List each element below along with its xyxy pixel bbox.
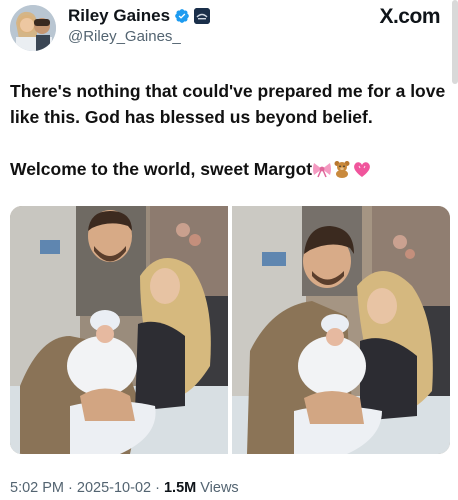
photo-1[interactable]	[10, 206, 228, 454]
views-label: Views	[200, 480, 239, 496]
views-count: 1.5M	[163, 480, 197, 496]
media-grid	[10, 206, 450, 454]
name-row: Riley Gaines	[68, 6, 211, 26]
tweet-line-1: There's nothing that could've prepared m…	[10, 81, 446, 127]
affiliate-badge-icon[interactable]	[194, 8, 211, 24]
verified-badge-icon	[174, 8, 190, 24]
sparkling-heart-icon	[352, 159, 372, 177]
tweet-text: There's nothing that could've prepared m…	[10, 78, 450, 182]
handle[interactable]: @Riley_Gaines_	[68, 28, 181, 45]
x-logo: X.com	[379, 5, 440, 28]
tweet-header: Riley Gaines @Riley_Gaines_ X.com	[0, 0, 458, 84]
teddy-bear-icon	[332, 159, 352, 178]
tweet-time[interactable]: 5:02 PM	[10, 480, 64, 496]
tweet-meta: 5:02 PM · 2025-10-02 · 1.5M Views	[10, 480, 239, 496]
meta-separator: ·	[155, 480, 160, 496]
tweet-line-2-text: Welcome to the world, sweet Margot	[10, 159, 313, 179]
tweet-line-2: Welcome to the world, sweet Margot	[10, 156, 450, 182]
photo-2[interactable]	[232, 206, 450, 454]
bow-icon	[312, 159, 332, 178]
meta-separator: ·	[68, 480, 73, 496]
avatar[interactable]	[10, 5, 56, 51]
tweet-date[interactable]: 2025-10-02	[77, 480, 151, 496]
scrollbar[interactable]	[452, 0, 458, 84]
display-name[interactable]: Riley Gaines	[68, 6, 170, 26]
